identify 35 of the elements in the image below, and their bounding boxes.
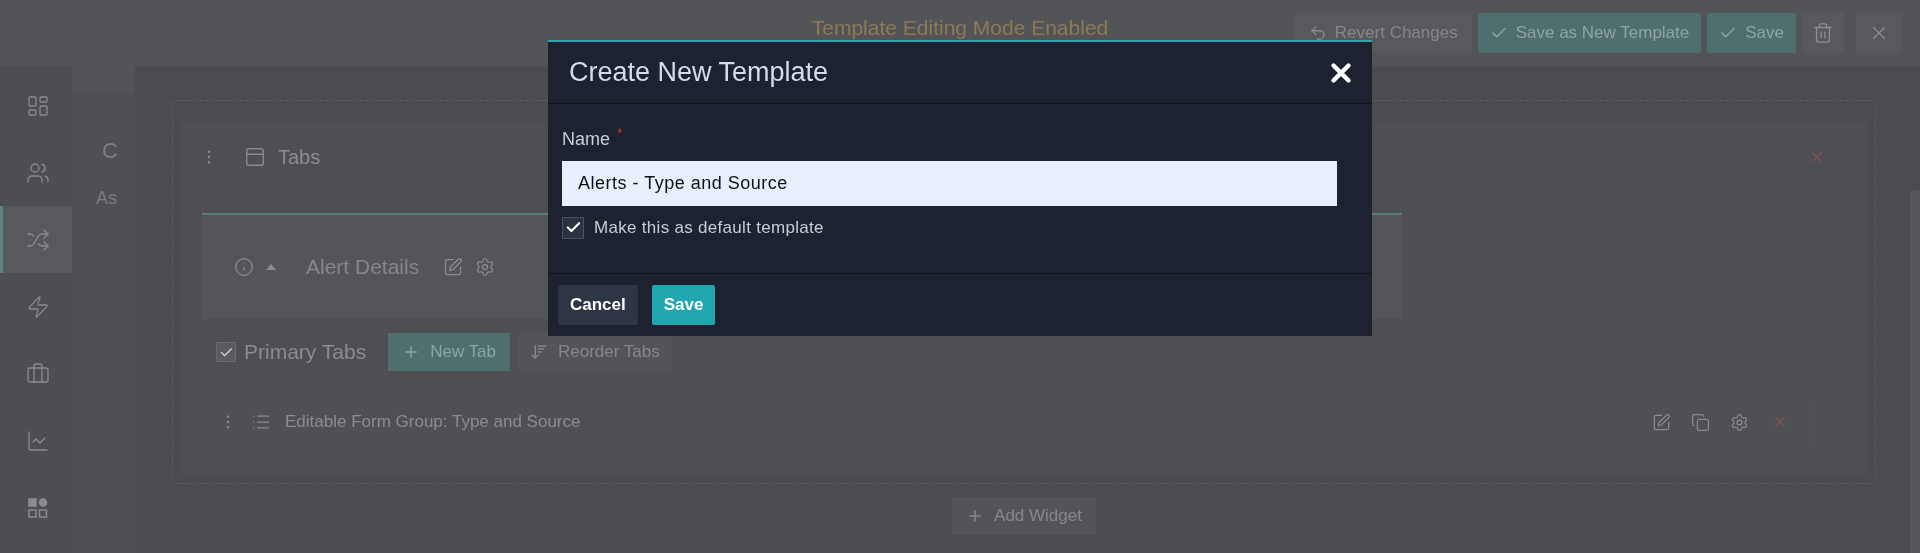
save-button[interactable]: Save (1707, 13, 1796, 53)
save-button[interactable]: Save as New Template (1477, 13, 1702, 53)
dialog-title: Create New Template (569, 56, 829, 90)
primary-tabs-label: Primary Tabs (244, 339, 367, 366)
field-label: Name (562, 128, 610, 151)
mode-title: Template Editing Mode Enabled (811, 15, 1109, 42)
users-icon (25, 160, 50, 185)
sort-icon (530, 343, 548, 361)
new-tab-button[interactable]: New Tab (388, 333, 510, 371)
edit-icon[interactable] (443, 257, 464, 277)
default-template-checkbox[interactable] (562, 216, 584, 239)
panel-icon (244, 145, 266, 168)
dashboard-icon (25, 93, 50, 118)
save-button[interactable]: Save (651, 285, 716, 325)
cancel-button[interactable]: Cancel (558, 285, 638, 325)
shapes-icon (26, 496, 49, 519)
briefcase-icon (25, 361, 50, 386)
trash-icon (1812, 22, 1834, 44)
settings-icon[interactable] (475, 257, 496, 277)
sidebar-item[interactable] (0, 206, 72, 273)
shuffle-icon (25, 227, 50, 252)
widget-title: Tabs (278, 144, 321, 170)
undo-icon (1308, 24, 1327, 42)
required-mark: * (617, 126, 623, 140)
caret-icon (266, 264, 276, 270)
info-icon (234, 257, 254, 277)
form-group-label: Editable Form Group: Type and Source (285, 411, 581, 434)
primary-tabs-checkbox[interactable] (216, 342, 236, 362)
lightning-icon (25, 294, 50, 319)
copy-icon[interactable] (1691, 412, 1710, 432)
name-field[interactable]: Alerts - Type and Source (562, 161, 1337, 206)
delete-button[interactable] (1802, 13, 1844, 53)
settings-icon[interactable] (1730, 412, 1749, 432)
checkbox-label: Make this as default template (594, 217, 824, 239)
edit-icon[interactable] (1652, 412, 1671, 432)
